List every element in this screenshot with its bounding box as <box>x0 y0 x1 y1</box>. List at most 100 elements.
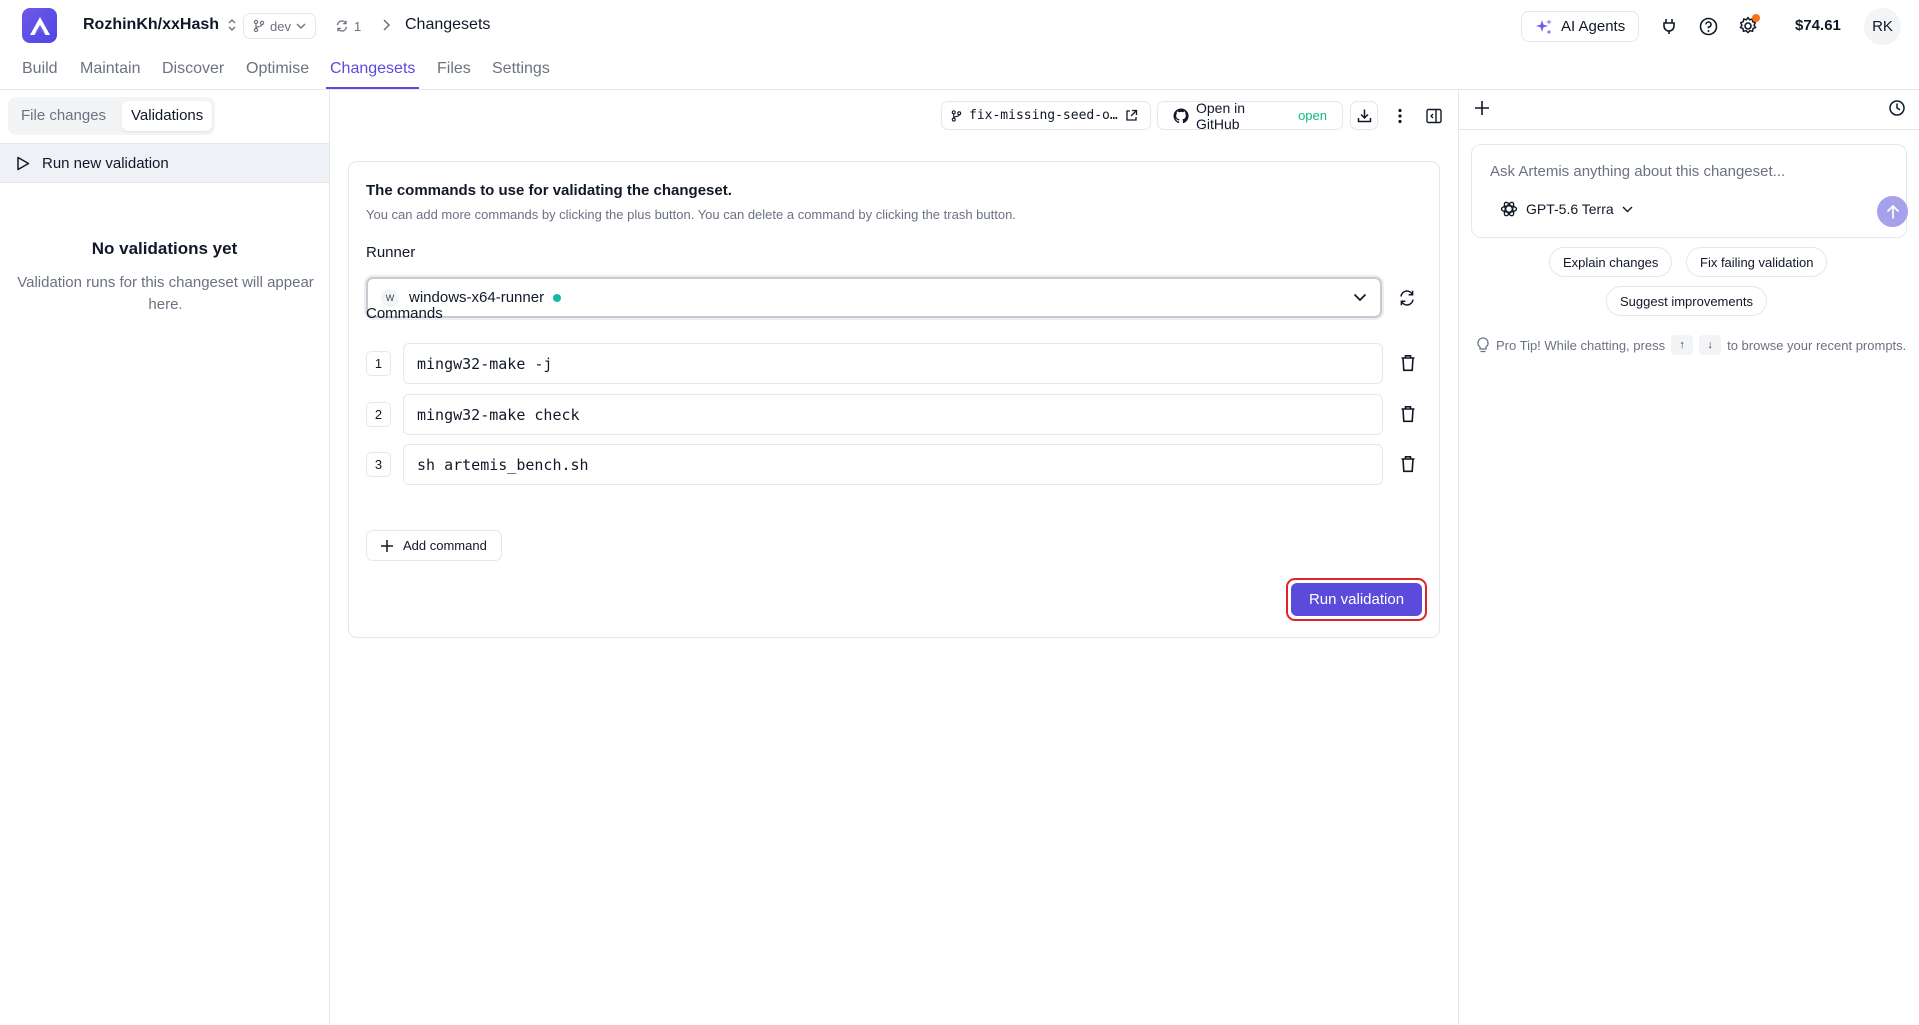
plug-icon[interactable] <box>1657 14 1681 38</box>
sparkle-icon <box>1535 18 1553 36</box>
repo-selector[interactable]: RozhinKh/xxHash <box>83 16 237 34</box>
tab-changesets[interactable]: Changesets <box>326 60 420 89</box>
delete-command-button[interactable] <box>1397 352 1419 374</box>
trash-icon <box>1400 405 1416 423</box>
panel-tab-switcher: File changes Validations <box>8 97 215 135</box>
tab-file-changes[interactable]: File changes <box>12 101 115 131</box>
command-number: 3 <box>366 452 391 477</box>
runner-select[interactable]: W windows-x64-runner <box>366 277 1382 318</box>
key-up: ↑ <box>1671 335 1694 355</box>
ai-agents-button[interactable]: AI Agents <box>1521 11 1640 42</box>
chevron-down-icon <box>1352 289 1368 305</box>
command-input[interactable]: sh artemis_bench.sh <box>403 444 1383 485</box>
git-branch-icon <box>253 19 265 33</box>
runner-label: Runner <box>366 244 416 261</box>
tab-discover[interactable]: Discover <box>162 60 224 87</box>
model-selector[interactable]: GPT-5.6 Terra <box>1500 200 1633 218</box>
logo-icon[interactable] <box>22 8 57 43</box>
gear-icon[interactable] <box>1736 14 1760 38</box>
top-bar: RozhinKh/xxHash dev 1 Changesets AI Agen… <box>0 0 1919 52</box>
chevron-right-icon <box>381 18 391 32</box>
panel-toggle-icon[interactable] <box>1422 104 1446 128</box>
suggestion-chip-fix[interactable]: Fix failing validation <box>1686 247 1828 277</box>
sync-count: 1 <box>354 18 362 34</box>
history-icon[interactable] <box>1888 99 1906 117</box>
branch-selector[interactable]: dev <box>243 13 316 39</box>
tab-optimise[interactable]: Optimise <box>246 60 309 87</box>
delete-command-button[interactable] <box>1397 403 1419 425</box>
avatar-initials: RK <box>1872 18 1893 35</box>
run-new-validation-item[interactable]: Run new validation <box>0 143 329 183</box>
github-status-badge: open <box>1298 108 1327 123</box>
validation-form-card: The commands to use for validating the c… <box>348 161 1440 638</box>
form-title: The commands to use for validating the c… <box>366 182 732 199</box>
key-down: ↓ <box>1699 335 1722 355</box>
runner-status-dot <box>553 293 562 302</box>
open-in-github-label: Open in GitHub <box>1196 99 1246 132</box>
tab-build[interactable]: Build <box>22 60 58 87</box>
tab-maintain[interactable]: Maintain <box>80 60 140 87</box>
changeset-branch-link[interactable]: fix-missing-seed-o… <box>941 101 1151 130</box>
runner-name: windows-x64-runner <box>409 289 545 306</box>
chat-panel: Ask Artemis anything about this changese… <box>1458 90 1919 1025</box>
tab-files[interactable]: Files <box>437 60 471 87</box>
main-nav: Build Maintain Discover Optimise Changes… <box>0 52 1919 90</box>
chevron-down-icon <box>1622 205 1633 213</box>
trash-icon <box>1400 354 1416 372</box>
download-button[interactable] <box>1350 101 1378 130</box>
run-validation-button[interactable]: Run validation <box>1286 578 1427 621</box>
help-icon[interactable] <box>1696 14 1720 38</box>
play-icon <box>16 156 30 171</box>
external-link-icon <box>1125 109 1138 122</box>
new-chat-plus-icon[interactable] <box>1473 99 1491 117</box>
chat-composer[interactable]: Ask Artemis anything about this changese… <box>1471 144 1908 238</box>
send-button[interactable] <box>1877 196 1908 227</box>
chat-input[interactable]: Ask Artemis anything about this changese… <box>1490 163 1785 180</box>
chevron-updown-icon <box>227 18 237 32</box>
git-branch-icon <box>951 109 962 123</box>
refresh-icon <box>1398 289 1416 307</box>
empty-state-title: No validations yet <box>91 239 238 258</box>
suggestion-chip-explain[interactable]: Explain changes <box>1549 247 1673 277</box>
tab-validations[interactable]: Validations <box>122 101 213 131</box>
more-vertical-icon[interactable] <box>1388 104 1412 128</box>
notification-dot <box>1752 14 1760 22</box>
chevron-down-icon <box>296 22 306 30</box>
commands-label: Commands <box>366 305 443 322</box>
changeset-branch-name: fix-missing-seed-o… <box>969 108 1118 123</box>
breadcrumb-current: Changesets <box>405 16 491 33</box>
repo-name: RozhinKh/xxHash <box>83 16 220 33</box>
add-command-label: Add command <box>403 538 487 553</box>
ai-agents-label: AI Agents <box>1561 18 1626 35</box>
run-new-validation-label: Run new validation <box>42 154 169 172</box>
openai-icon <box>1500 200 1518 218</box>
command-number: 2 <box>366 402 391 427</box>
pro-tip-prefix: Pro Tip! While chatting, press <box>1496 337 1666 353</box>
lightbulb-icon <box>1476 336 1490 354</box>
suggestion-chip-improve[interactable]: Suggest improvements <box>1606 286 1767 316</box>
open-in-github-button[interactable]: Open in GitHub open <box>1157 99 1343 132</box>
model-name: GPT-5.6 Terra <box>1526 201 1614 217</box>
chat-panel-header <box>1459 90 1919 130</box>
tab-settings[interactable]: Settings <box>492 60 550 87</box>
add-command-button[interactable]: Add command <box>366 530 502 561</box>
pro-tip-suffix: to browse your recent prompts. <box>1727 337 1907 353</box>
delete-command-button[interactable] <box>1397 453 1419 475</box>
command-input[interactable]: mingw32-make -j <box>403 343 1383 384</box>
balance-amount[interactable]: $74.61 <box>1795 17 1841 34</box>
run-validation-label: Run validation <box>1291 583 1422 616</box>
runner-badge: W <box>381 288 399 307</box>
validations-sidebar: File changes Validations Run new validat… <box>0 90 330 1025</box>
empty-state-subtitle: Validation runs for this changeset will … <box>17 274 314 313</box>
plus-icon <box>380 539 394 553</box>
trash-icon <box>1400 455 1416 473</box>
command-input[interactable]: mingw32-make check <box>403 394 1383 435</box>
form-subtitle: You can add more commands by clicking th… <box>366 207 1016 222</box>
github-icon <box>1173 107 1189 124</box>
refresh-runners-button[interactable] <box>1396 287 1418 309</box>
sync-icon <box>335 19 349 33</box>
branch-name: dev <box>270 18 291 34</box>
send-arrow-icon <box>1886 204 1900 220</box>
sync-status[interactable]: 1 <box>335 13 361 39</box>
avatar[interactable]: RK <box>1864 8 1901 45</box>
